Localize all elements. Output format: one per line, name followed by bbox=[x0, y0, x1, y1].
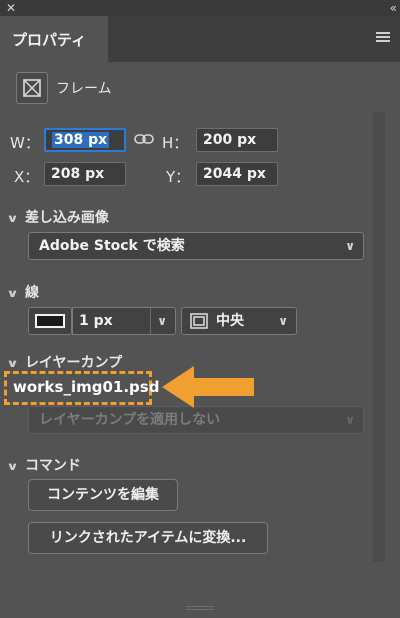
adobe-stock-search-select[interactable]: Adobe Stock で検索 ∨ bbox=[28, 232, 364, 260]
resize-grip[interactable] bbox=[186, 606, 214, 612]
link-chain-icon[interactable] bbox=[134, 130, 156, 152]
chevron-down-icon: ∨ bbox=[345, 239, 355, 253]
section-stroke[interactable]: ∨ 線 bbox=[6, 282, 39, 302]
section-stroke-label: 線 bbox=[24, 285, 39, 301]
width-label: W： bbox=[10, 134, 40, 152]
scrollbar-track[interactable] bbox=[373, 112, 385, 562]
chevron-down-icon: ∨ bbox=[6, 287, 19, 300]
chevron-down-icon: ∨ bbox=[6, 357, 19, 370]
chevron-down-icon: ∨ bbox=[6, 212, 19, 225]
height-field[interactable]: 200 px bbox=[196, 128, 278, 152]
stroke-style-swatch[interactable] bbox=[28, 307, 72, 335]
y-field[interactable]: 2044 px bbox=[196, 162, 278, 186]
stroke-align-value: 中央 bbox=[216, 313, 244, 329]
stroke-style-icon bbox=[35, 314, 65, 328]
x-field[interactable]: 208 px bbox=[44, 162, 126, 186]
width-value: 308 px bbox=[52, 132, 110, 148]
close-icon[interactable]: ✕ bbox=[6, 0, 16, 16]
height-label: H： bbox=[162, 134, 189, 152]
stroke-weight-value: 1 px bbox=[79, 313, 113, 329]
chevron-down-icon: ∨ bbox=[345, 413, 355, 427]
section-command-label: コマンド bbox=[24, 458, 81, 474]
frame-label: フレーム bbox=[56, 81, 112, 97]
section-command[interactable]: ∨ コマンド bbox=[6, 455, 81, 475]
width-field[interactable]: 308 px bbox=[44, 128, 126, 152]
panel-top-bar: ✕ « bbox=[0, 0, 400, 16]
section-layer-comp[interactable]: ∨ レイヤーカンプ bbox=[6, 352, 123, 372]
linked-file-name: works_img01.psd bbox=[13, 378, 160, 396]
convert-to-linked-button[interactable]: リンクされたアイテムに変換... bbox=[28, 522, 268, 554]
frame-icon[interactable] bbox=[16, 72, 48, 104]
adobe-stock-search-label: Adobe Stock で検索 bbox=[39, 238, 185, 254]
section-layer-comp-label: レイヤーカンプ bbox=[24, 355, 123, 371]
linked-file-name-highlight: works_img01.psd bbox=[4, 371, 159, 405]
section-embedded-image[interactable]: ∨ 差し込み画像 bbox=[6, 207, 109, 227]
layer-comp-select-label: レイヤーカンプを適用しない bbox=[39, 412, 221, 428]
arrow-annotation-icon bbox=[160, 364, 256, 414]
tab-properties[interactable]: プロパティ bbox=[0, 16, 108, 62]
align-center-icon bbox=[189, 312, 209, 339]
y-label: Y： bbox=[166, 168, 191, 186]
stroke-weight-select[interactable]: 1 px ∨ bbox=[72, 307, 176, 335]
chevron-down-icon: ∨ bbox=[150, 308, 167, 334]
section-embedded-image-label: 差し込み画像 bbox=[24, 210, 109, 226]
stroke-align-select[interactable]: 中央 ∨ bbox=[181, 307, 297, 335]
x-label: X： bbox=[14, 168, 40, 186]
chevron-down-icon: ∨ bbox=[278, 314, 288, 328]
tab-properties-label: プロパティ bbox=[12, 31, 87, 49]
chevron-down-icon: ∨ bbox=[6, 460, 19, 473]
panel-menu-icon[interactable] bbox=[376, 32, 390, 44]
collapse-icon[interactable]: « bbox=[390, 0, 398, 16]
edit-contents-button[interactable]: コンテンツを編集 bbox=[28, 479, 178, 511]
